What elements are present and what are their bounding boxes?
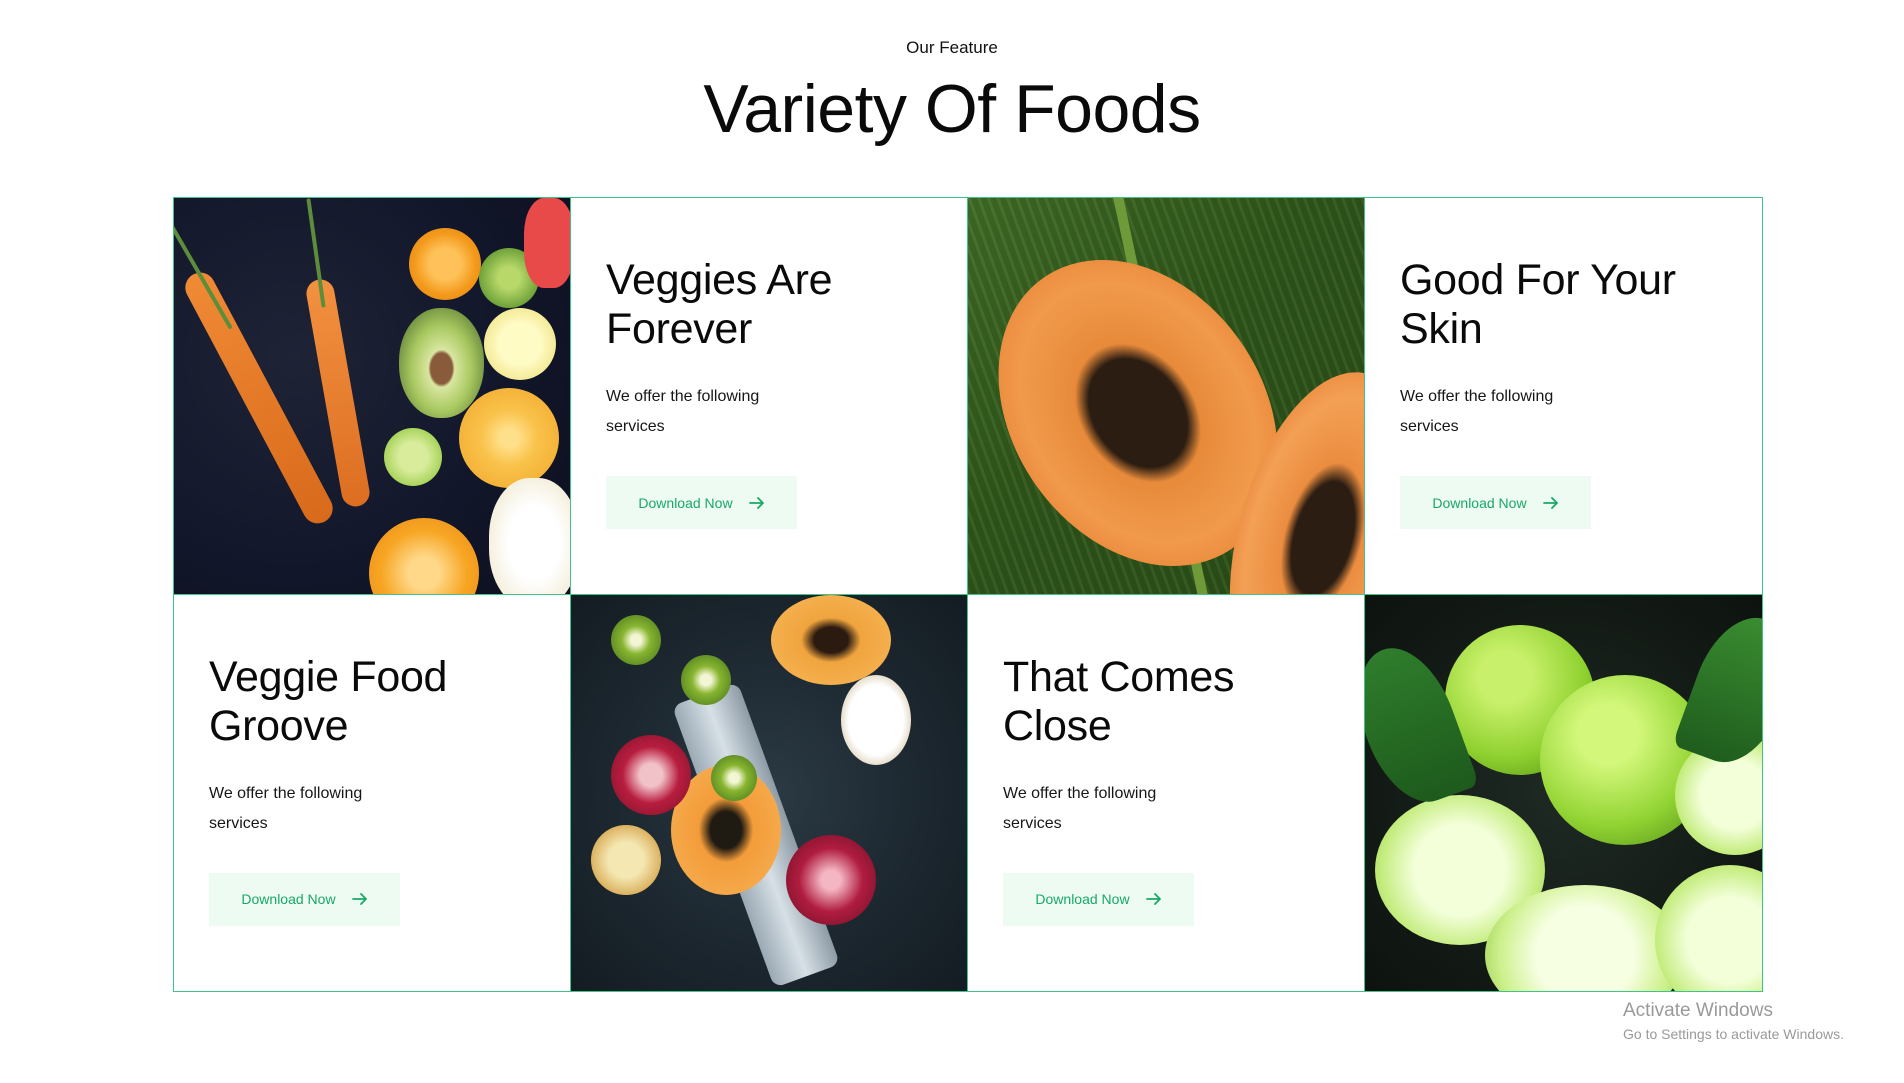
windows-activation-watermark: Activate Windows Go to Settings to activ… xyxy=(1623,1000,1844,1042)
download-now-button[interactable]: Download Now xyxy=(1400,476,1591,529)
watermark-line2: Go to Settings to activate Windows. xyxy=(1623,1026,1844,1042)
feature-image-tropical-fruits xyxy=(571,594,968,991)
button-label: Download Now xyxy=(241,891,336,907)
card-title: Veggies Are Forever xyxy=(606,256,833,353)
feature-card-veggie-food-groove: Veggie Food Groove We offer the followin… xyxy=(174,594,571,991)
page: Our Feature Variety Of Foods Veggies Are… xyxy=(0,0,1904,1083)
card-description: We offer the following services xyxy=(1400,388,1554,435)
feature-image-limes xyxy=(1365,594,1762,991)
button-label: Download Now xyxy=(1035,891,1130,907)
feature-card-that-comes-close: That Comes Close We offer the following … xyxy=(968,594,1365,991)
feature-image-papaya xyxy=(968,198,1365,595)
arrow-right-icon xyxy=(1542,496,1558,509)
card-title: Good For Your Skin xyxy=(1400,256,1676,353)
watermark-line1: Activate Windows xyxy=(1623,1000,1773,1021)
section-eyebrow: Our Feature xyxy=(906,38,998,57)
card-title: That Comes Close xyxy=(1003,652,1235,750)
button-label: Download Now xyxy=(1432,494,1527,511)
arrow-right-icon xyxy=(351,893,367,905)
button-label: Download Now xyxy=(638,494,733,511)
card-description: We offer the following services xyxy=(209,784,363,832)
feature-card-good-for-your-skin: Good For Your Skin We offer the followin… xyxy=(1365,198,1762,595)
feature-grid: Veggies Are Forever We offer the followi… xyxy=(173,197,1763,992)
download-now-button[interactable]: Download Now xyxy=(1003,872,1194,926)
feature-image-carrots xyxy=(174,198,571,595)
section-title: Variety Of Foods xyxy=(703,71,1201,147)
download-now-button[interactable]: Download Now xyxy=(606,476,797,529)
arrow-right-icon xyxy=(1145,893,1161,905)
download-now-button[interactable]: Download Now xyxy=(209,872,400,926)
card-description: We offer the following services xyxy=(606,388,760,435)
arrow-right-icon xyxy=(748,496,764,509)
feature-card-veggies-are-forever: Veggies Are Forever We offer the followi… xyxy=(571,198,968,595)
card-title: Veggie Food Groove xyxy=(209,652,448,750)
card-description: We offer the following services xyxy=(1003,784,1157,832)
